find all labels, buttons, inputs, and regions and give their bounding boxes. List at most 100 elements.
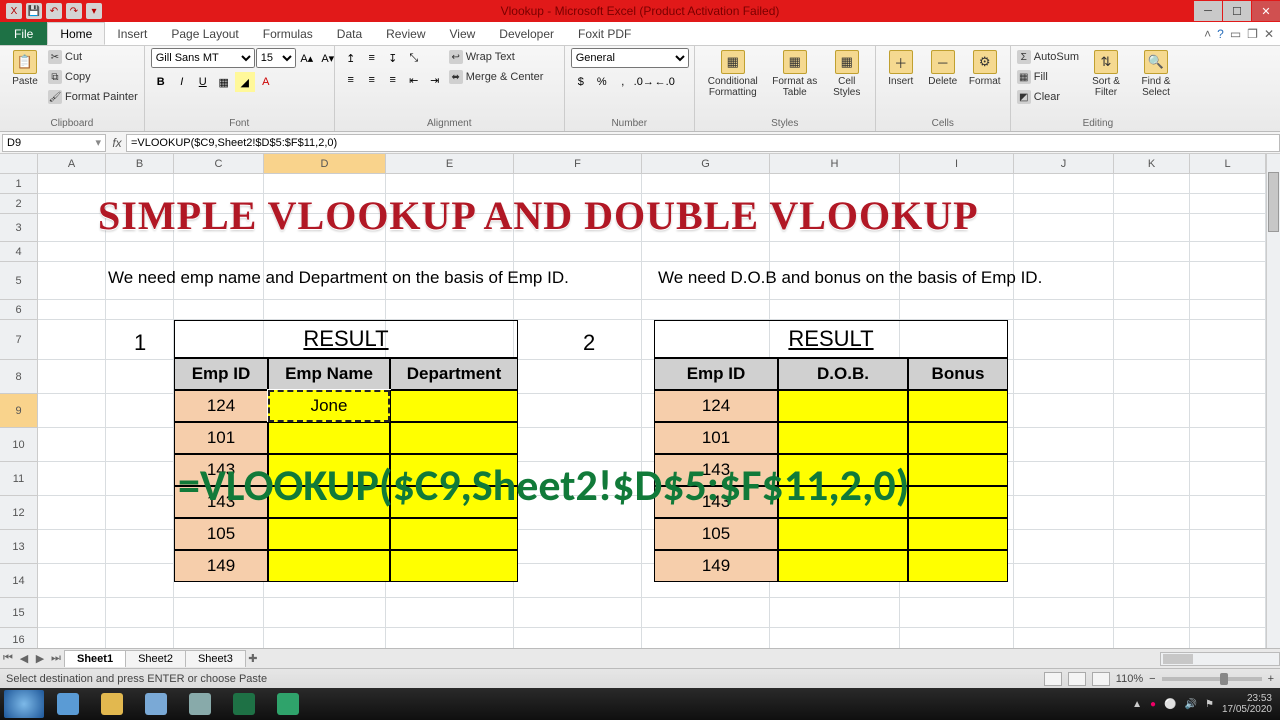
worksheet-grid[interactable]: ABCDEFGHIJKL 12345678910111213141516 SIM… — [0, 154, 1280, 648]
undo-icon[interactable]: ↶ — [46, 3, 62, 19]
taskbar-app-4[interactable] — [180, 690, 220, 718]
paste-button[interactable]: 📋 Paste — [6, 48, 44, 87]
decrease-decimal-button[interactable]: ←.0 — [655, 72, 675, 92]
new-sheet-button[interactable]: ✚ — [245, 652, 261, 665]
sheet-nav-first[interactable]: ⏮ — [0, 652, 16, 665]
row-header-5[interactable]: 5 — [0, 262, 37, 300]
row-header-4[interactable]: 4 — [0, 242, 37, 262]
cell-styles-button[interactable]: ▦Cell Styles — [825, 48, 869, 98]
start-button[interactable] — [4, 690, 44, 718]
font-size-select[interactable]: 15 — [256, 48, 296, 68]
col-header-L[interactable]: L — [1190, 154, 1266, 173]
qat-more-icon[interactable]: ▾ — [86, 3, 102, 19]
tab-page-layout[interactable]: Page Layout — [159, 22, 250, 45]
taskbar-app-1[interactable] — [48, 690, 88, 718]
system-clock[interactable]: 23:53 17/05/2020 — [1222, 693, 1272, 715]
row-header-16[interactable]: 16 — [0, 628, 37, 648]
tray-icon-2[interactable]: ● — [1150, 699, 1156, 710]
row-header-12[interactable]: 12 — [0, 496, 37, 530]
align-center-button[interactable]: ≡ — [362, 70, 382, 90]
row-header-3[interactable]: 3 — [0, 214, 37, 242]
align-middle-button[interactable]: ≡ — [362, 48, 382, 68]
row-header-13[interactable]: 13 — [0, 530, 37, 564]
increase-decimal-button[interactable]: .0→ — [634, 72, 654, 92]
format-table-button[interactable]: ▦Format as Table — [769, 48, 821, 98]
taskbar-app-3[interactable] — [136, 690, 176, 718]
formula-input[interactable]: =VLOOKUP($C9,Sheet2!$D$5:$F$11,2,0) — [126, 134, 1280, 152]
insert-cells-button[interactable]: ＋Insert — [882, 48, 920, 87]
row-header-11[interactable]: 11 — [0, 462, 37, 496]
taskbar-app-6[interactable] — [268, 690, 308, 718]
bold-button[interactable]: B — [151, 72, 171, 92]
save-icon[interactable]: 💾 — [26, 3, 42, 19]
zoom-slider[interactable] — [1162, 677, 1262, 681]
view-layout-button[interactable] — [1068, 672, 1086, 686]
currency-button[interactable]: $ — [571, 72, 591, 92]
sheet-nav-next[interactable]: ▶ — [32, 652, 48, 665]
window-restore-icon[interactable]: ❐ — [1247, 27, 1258, 41]
sheet-tab-2[interactable]: Sheet2 — [125, 650, 186, 667]
minimize-ribbon-icon[interactable]: ˄ — [1204, 27, 1211, 41]
horizontal-scrollbar[interactable] — [1160, 652, 1280, 666]
tray-volume-icon[interactable]: 🔊 — [1185, 699, 1197, 710]
help-icon[interactable]: ? — [1217, 27, 1224, 41]
tab-view[interactable]: View — [438, 22, 488, 45]
col-header-F[interactable]: F — [514, 154, 642, 173]
number-format-select[interactable]: General — [571, 48, 689, 68]
hscroll-thumb[interactable] — [1163, 654, 1193, 664]
col-header-C[interactable]: C — [174, 154, 264, 173]
sheet-nav-prev[interactable]: ◀ — [16, 652, 32, 665]
tab-data[interactable]: Data — [325, 22, 374, 45]
sheet-tab-3[interactable]: Sheet3 — [185, 650, 246, 667]
cut-button[interactable]: ✂Cut — [48, 48, 138, 66]
col-header-H[interactable]: H — [770, 154, 900, 173]
increase-indent-button[interactable]: ⇥ — [425, 70, 445, 90]
tab-home[interactable]: Home — [47, 22, 105, 45]
name-box[interactable]: D9▾ — [2, 134, 106, 152]
clear-button[interactable]: ◩Clear — [1017, 88, 1079, 106]
select-all-corner[interactable] — [0, 154, 38, 173]
tab-review[interactable]: Review — [374, 22, 437, 45]
fill-button[interactable]: ▦Fill — [1017, 68, 1079, 86]
format-painter-button[interactable]: 🖌Format Painter — [48, 88, 138, 106]
sheet-tab-1[interactable]: Sheet1 — [64, 650, 126, 667]
tab-insert[interactable]: Insert — [105, 22, 159, 45]
redo-icon[interactable]: ↷ — [66, 3, 82, 19]
col-header-I[interactable]: I — [900, 154, 1014, 173]
tray-network-icon[interactable]: ⚪ — [1164, 699, 1176, 710]
tab-foxit-pdf[interactable]: Foxit PDF — [566, 22, 643, 45]
minimize-button[interactable]: ─ — [1194, 1, 1222, 21]
vertical-scrollbar[interactable] — [1266, 154, 1280, 648]
align-left-button[interactable]: ≡ — [341, 70, 361, 90]
col-header-J[interactable]: J — [1014, 154, 1114, 173]
percent-button[interactable]: % — [592, 72, 612, 92]
zoom-knob[interactable] — [1220, 673, 1228, 685]
fx-icon[interactable]: fx — [108, 136, 126, 150]
taskbar-app-2[interactable] — [92, 690, 132, 718]
font-name-select[interactable]: Gill Sans MT — [151, 48, 255, 68]
align-right-button[interactable]: ≡ — [383, 70, 403, 90]
col-header-G[interactable]: G — [642, 154, 770, 173]
conditional-formatting-button[interactable]: ▦Conditional Formatting — [701, 48, 765, 98]
orientation-button[interactable]: ⤡ — [404, 48, 424, 68]
zoom-in-button[interactable]: + — [1268, 673, 1274, 685]
row-header-10[interactable]: 10 — [0, 428, 37, 462]
row-header-6[interactable]: 6 — [0, 300, 37, 320]
italic-button[interactable]: I — [172, 72, 192, 92]
col-header-K[interactable]: K — [1114, 154, 1190, 173]
align-bottom-button[interactable]: ↧ — [383, 48, 403, 68]
view-normal-button[interactable] — [1044, 672, 1062, 686]
font-color-button[interactable]: A — [256, 72, 276, 92]
row-header-14[interactable]: 14 — [0, 564, 37, 598]
autosum-button[interactable]: ΣAutoSum — [1017, 48, 1079, 66]
taskbar-excel[interactable] — [224, 690, 264, 718]
file-tab[interactable]: File — [0, 22, 47, 45]
ribbon-options-icon[interactable]: ▭ — [1230, 27, 1241, 41]
fill-color-button[interactable]: ◢ — [235, 72, 255, 92]
scroll-thumb[interactable] — [1268, 172, 1279, 232]
align-top-button[interactable]: ↥ — [341, 48, 361, 68]
row-header-15[interactable]: 15 — [0, 598, 37, 628]
sheet-nav-last[interactable]: ⏭ — [48, 652, 64, 665]
tab-developer[interactable]: Developer — [487, 22, 566, 45]
underline-button[interactable]: U — [193, 72, 213, 92]
